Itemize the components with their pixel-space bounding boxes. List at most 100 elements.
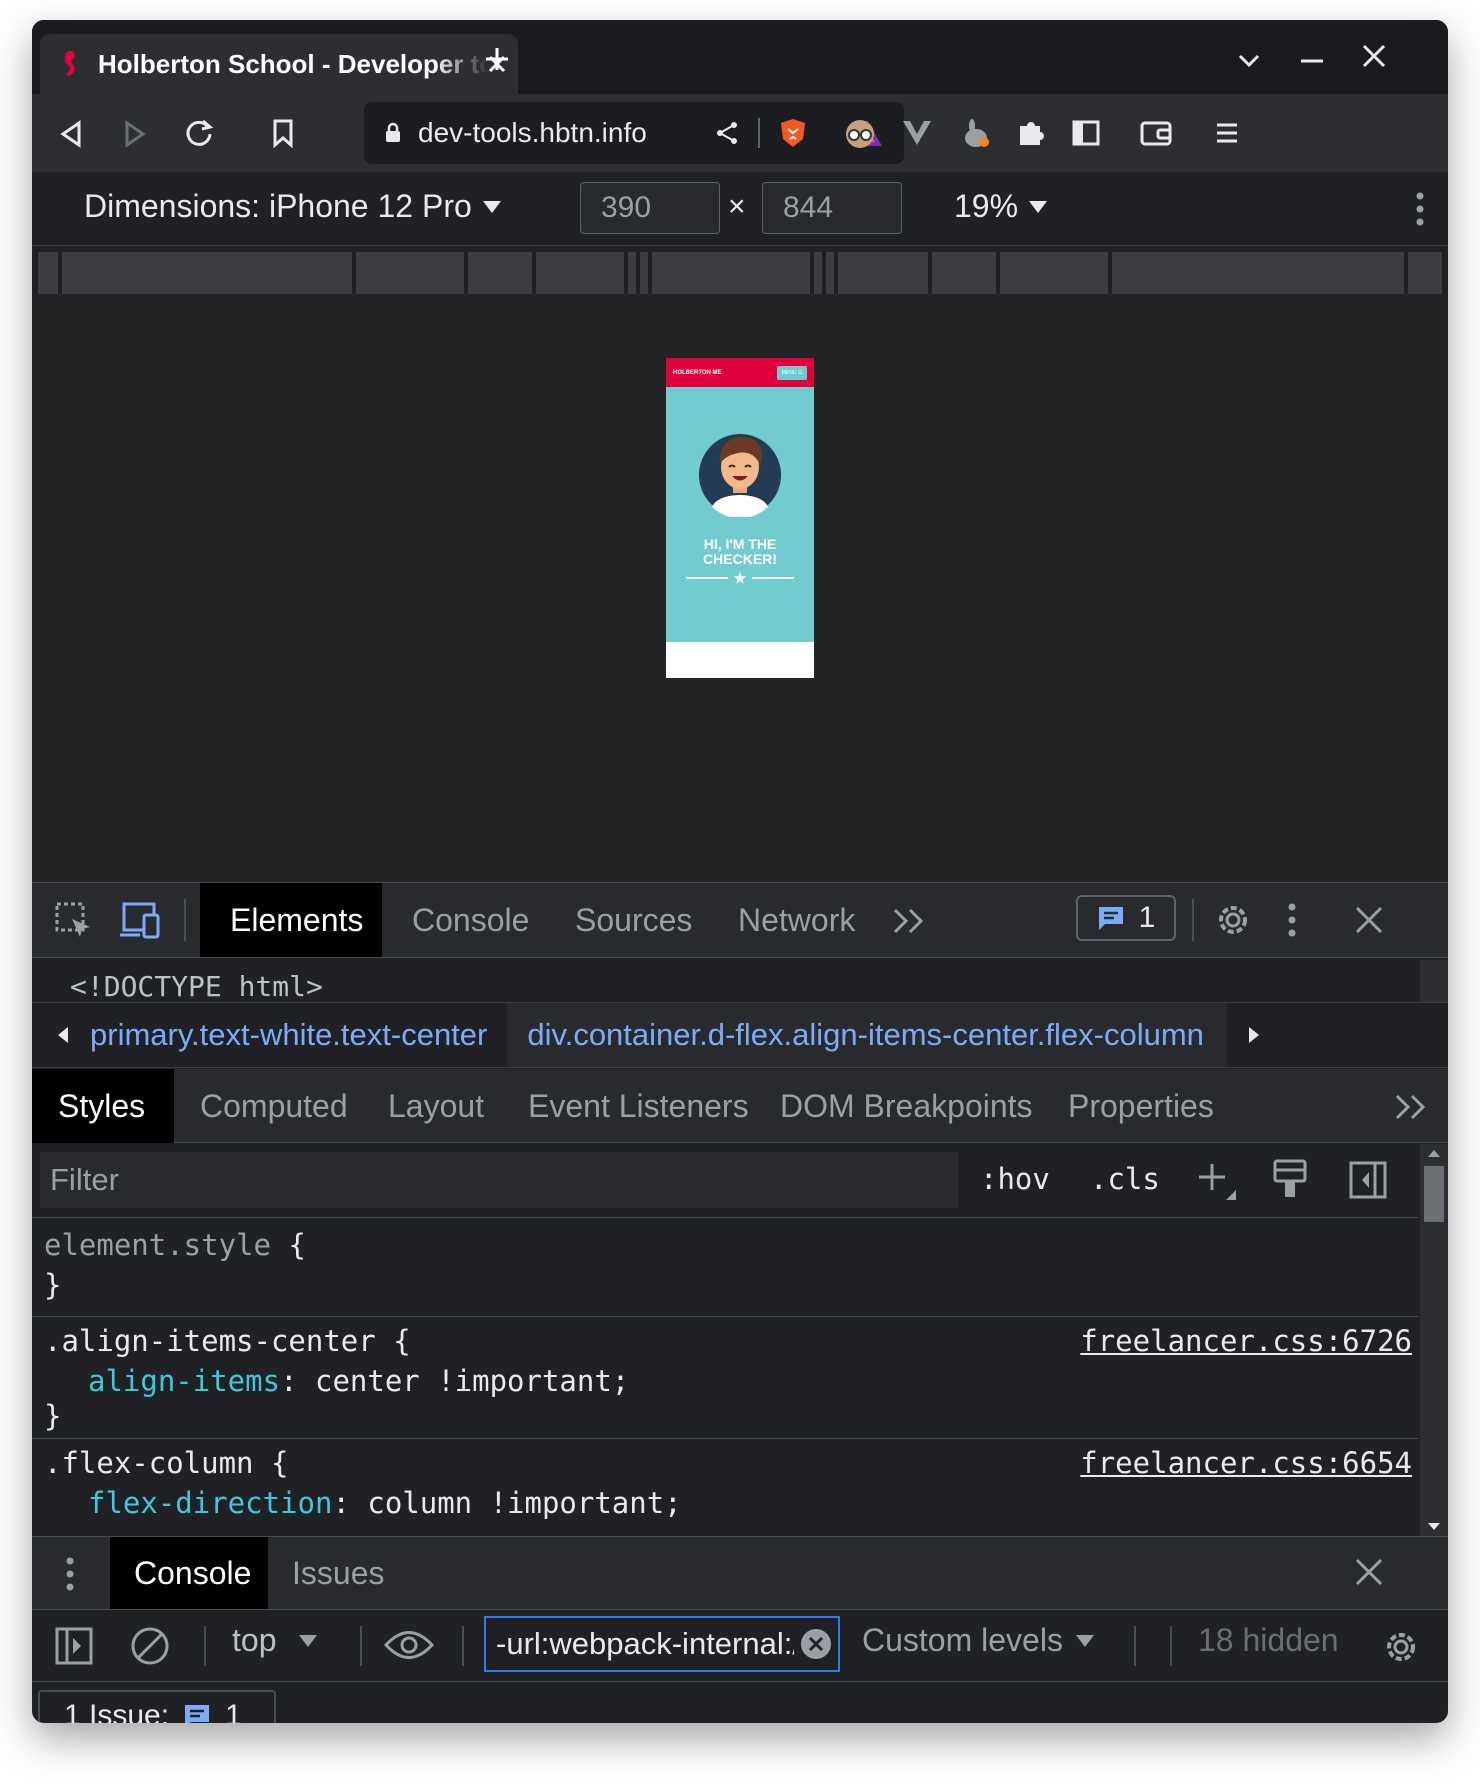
log-levels-select[interactable]: Custom levels <box>862 1622 1095 1659</box>
styles-scrollbar[interactable] <box>1420 1144 1448 1536</box>
device-toggle-icon[interactable] <box>118 901 162 939</box>
tab-properties[interactable]: Properties <box>1042 1069 1240 1143</box>
doctype-node[interactable]: <!DOCTYPE html> <box>70 970 323 1002</box>
breadcrumb-left-icon[interactable] <box>56 1025 70 1045</box>
share-icon[interactable] <box>714 120 740 146</box>
issues-badge[interactable]: 1 <box>1076 895 1176 941</box>
breadcrumb-item[interactable]: primary.text-white.text-center <box>84 1017 507 1053</box>
settings-gear-icon[interactable] <box>1212 899 1254 941</box>
dom-tree[interactable]: <!DOCTYPE html> <box>32 960 1448 1002</box>
tab-sources[interactable]: Sources <box>545 883 722 957</box>
height-input[interactable]: 844 <box>762 182 902 234</box>
clear-console-icon[interactable] <box>130 1626 170 1666</box>
css-property[interactable]: flex-direction <box>88 1486 332 1520</box>
live-expression-eye-icon[interactable] <box>384 1628 434 1662</box>
more-options-icon[interactable] <box>1416 192 1424 226</box>
seahorse-favicon-icon <box>65 51 75 76</box>
extension-glasses-icon[interactable] <box>844 118 876 150</box>
inspect-element-icon[interactable] <box>54 901 94 941</box>
close-window-icon[interactable] <box>1362 44 1386 68</box>
scroll-thumb[interactable] <box>1424 1166 1444 1222</box>
css-property[interactable]: align-items <box>88 1364 280 1398</box>
close-brace: } <box>44 1268 62 1302</box>
open-brace: { <box>375 1324 411 1358</box>
zoom-dropdown-icon <box>1029 200 1048 213</box>
rule-align-items-center[interactable]: freelancer.css:6726 .align-items-center … <box>32 1317 1418 1439</box>
brave-shield-icon[interactable] <box>778 117 808 149</box>
issues-message-icon <box>1098 907 1123 930</box>
dom-scrollbar[interactable] <box>1420 960 1448 1002</box>
browser-tab[interactable]: Holberton School - Developer tools <box>40 34 518 94</box>
styles-filter-input[interactable]: Filter <box>40 1152 958 1208</box>
log-levels-dropdown-icon <box>1075 1634 1094 1647</box>
issues-summary[interactable]: 1 Issue: 1 <box>38 1690 276 1723</box>
emulated-page[interactable]: HOLBERTON ME MENU ☰ HI, I'M THE CHECKER! <box>666 358 814 678</box>
extension-rabbit-icon[interactable] <box>960 118 992 150</box>
new-style-rule-icon[interactable] <box>1196 1160 1238 1202</box>
reload-icon[interactable] <box>184 118 214 148</box>
drawer-tab-issues[interactable]: Issues <box>268 1537 408 1609</box>
tab-computed[interactable]: Computed <box>174 1069 374 1143</box>
zoom-value: 19% <box>954 188 1019 224</box>
cls-toggle[interactable]: .cls <box>1090 1162 1160 1196</box>
page-brand[interactable]: HOLBERTON ME <box>673 370 722 376</box>
extension-vue-icon[interactable] <box>902 120 932 146</box>
console-sidebar-icon[interactable] <box>54 1626 94 1666</box>
customize-devtools-icon[interactable] <box>1288 903 1296 937</box>
rule-selector: element.style <box>44 1228 271 1262</box>
clear-filter-icon[interactable] <box>800 1628 832 1660</box>
source-link[interactable]: freelancer.css:6654 <box>1080 1443 1412 1483</box>
bookmark-icon[interactable] <box>272 118 294 148</box>
page-navbar: HOLBERTON ME MENU ☰ <box>666 358 814 387</box>
context-select[interactable]: top <box>232 1622 318 1659</box>
menu-icon[interactable] <box>1216 122 1238 144</box>
close-drawer-icon[interactable] <box>1354 1557 1384 1587</box>
drawer-tab-console[interactable]: Console <box>110 1537 268 1609</box>
toggle-sidebar-icon[interactable] <box>1348 1160 1388 1200</box>
hov-toggle[interactable]: :hov <box>980 1162 1050 1196</box>
breadcrumb-right-icon[interactable] <box>1247 1025 1261 1045</box>
css-value[interactable]: : center !important; <box>280 1364 629 1398</box>
scroll-up-icon[interactable] <box>1427 1148 1441 1158</box>
tab-event-listeners[interactable]: Event Listeners <box>502 1069 775 1143</box>
tab-console[interactable]: Console <box>382 883 559 957</box>
issue-message-icon <box>185 1705 210 1723</box>
forward-icon[interactable] <box>124 120 146 148</box>
tab-search-chevron-icon[interactable] <box>1238 54 1260 68</box>
width-input[interactable]: 390 <box>580 182 720 234</box>
open-brace: { <box>270 1228 306 1262</box>
device-select[interactable]: Dimensions: iPhone 12 Pro <box>84 188 502 225</box>
console-filter-value: -url:webpack-internal:/// <box>496 1626 794 1661</box>
minimize-icon[interactable] <box>1300 58 1324 64</box>
media-query-ruler[interactable] <box>38 252 1442 294</box>
page-menu-button[interactable]: MENU ☰ <box>777 365 807 380</box>
sidebar-icon[interactable] <box>1072 120 1100 146</box>
scroll-down-icon[interactable] <box>1427 1522 1441 1532</box>
more-subtabs-icon[interactable] <box>1394 1093 1428 1121</box>
toolbar-divider <box>184 899 186 941</box>
console-filter-input[interactable]: -url:webpack-internal:/// <box>484 1616 840 1672</box>
breadcrumb-item-selected[interactable]: div.container.d-flex.align-items-center.… <box>507 1003 1228 1067</box>
rule-flex-column[interactable]: freelancer.css:6654 .flex-column { flex-… <box>32 1439 1418 1535</box>
tab-elements[interactable]: Elements <box>200 883 382 957</box>
paint-brush-icon[interactable] <box>1272 1158 1308 1200</box>
tab-layout[interactable]: Layout <box>362 1069 510 1143</box>
tab-dom-breakpoints[interactable]: DOM Breakpoints <box>754 1069 1059 1143</box>
rule-element-style[interactable]: element.style { } <box>32 1219 1418 1317</box>
back-icon[interactable] <box>60 120 82 148</box>
navigation-bar: dev-tools.hbtn.info <box>32 94 1448 172</box>
extensions-puzzle-icon[interactable] <box>1016 118 1046 148</box>
drawer-menu-icon[interactable] <box>66 1557 74 1591</box>
tab-network[interactable]: Network <box>708 883 885 957</box>
tab-styles[interactable]: Styles <box>32 1069 174 1143</box>
console-settings-icon[interactable] <box>1380 1626 1422 1668</box>
open-brace: { <box>253 1446 289 1480</box>
source-link[interactable]: freelancer.css:6726 <box>1080 1321 1412 1361</box>
css-value[interactable]: : column !important; <box>332 1486 681 1520</box>
wallet-icon[interactable] <box>1140 120 1172 146</box>
address-bar[interactable]: dev-tools.hbtn.info <box>364 102 904 164</box>
zoom-select[interactable]: 19% <box>954 188 1048 225</box>
more-tabs-icon[interactable] <box>892 907 926 935</box>
close-devtools-icon[interactable] <box>1354 905 1384 935</box>
new-tab-icon[interactable] <box>484 46 510 72</box>
